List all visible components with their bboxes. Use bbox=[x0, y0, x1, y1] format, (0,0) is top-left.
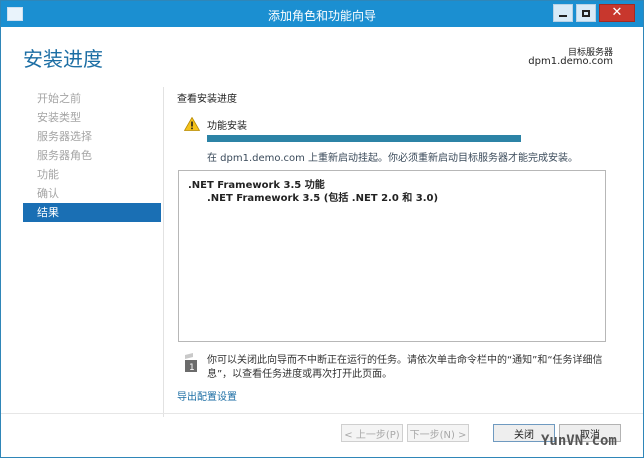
previous-button[interactable]: < 上一步(P) bbox=[341, 424, 403, 442]
footer-divider bbox=[1, 413, 643, 414]
destination-server-name: dpm1.demo.com bbox=[528, 56, 613, 67]
page-title: 安装进度 bbox=[23, 47, 103, 71]
nav-item-before-you-begin[interactable]: 开始之前 bbox=[23, 89, 161, 108]
next-button[interactable]: 下一步(N) > bbox=[407, 424, 469, 442]
nav-item-server-roles[interactable]: 服务器角色 bbox=[23, 146, 161, 165]
minimize-button[interactable] bbox=[553, 4, 573, 22]
export-configuration-link[interactable]: 导出配置设置 bbox=[177, 388, 237, 403]
nav-divider bbox=[163, 87, 164, 417]
maximize-button[interactable] bbox=[576, 4, 596, 22]
nav-item-results[interactable]: 结果 bbox=[23, 203, 161, 222]
window-title: 添加角色和功能向导 bbox=[267, 9, 376, 23]
maximize-icon bbox=[582, 9, 590, 17]
close-window-button[interactable]: ✕ bbox=[599, 4, 635, 22]
install-progress-fill bbox=[207, 135, 521, 142]
wizard-window: 添加角色和功能向导 ✕ 安装进度 目标服务器 dpm1.demo.com 开始之… bbox=[0, 0, 644, 458]
nav-item-features[interactable]: 功能 bbox=[23, 165, 161, 184]
nav-item-server-selection[interactable]: 服务器选择 bbox=[23, 127, 161, 146]
nav-item-confirmation[interactable]: 确认 bbox=[23, 184, 161, 203]
nav-item-installation-type[interactable]: 安装类型 bbox=[23, 108, 161, 127]
results-list[interactable]: .NET Framework 3.5 功能 .NET Framework 3.5… bbox=[178, 170, 606, 342]
close-icon: ✕ bbox=[611, 5, 623, 20]
install-progress-bar bbox=[207, 135, 521, 142]
section-heading: 查看安装进度 bbox=[177, 94, 237, 105]
warning-icon bbox=[184, 117, 200, 131]
restart-pending-message: 在 dpm1.demo.com 上重新启动挂起。你必须重新启动目标服务器才能完成… bbox=[207, 153, 579, 164]
watermark: YunVN.com bbox=[541, 433, 617, 449]
svg-text:1: 1 bbox=[189, 363, 195, 373]
close-wizard-note: 你可以关闭此向导而不中断正在运行的任务。请依次单击命令栏中的“通知”和“任务详细… bbox=[207, 355, 603, 380]
wizard-nav: 开始之前 安装类型 服务器选择 服务器角色 功能 确认 结果 bbox=[23, 89, 161, 222]
feature-install-label: 功能安装 bbox=[207, 121, 247, 132]
list-item: .NET Framework 3.5 (包括 .NET 2.0 和 3.0) bbox=[207, 193, 439, 204]
title-bar[interactable]: 添加角色和功能向导 ✕ bbox=[1, 1, 643, 27]
notification-flag-icon: 1 bbox=[185, 353, 197, 373]
minimize-icon bbox=[559, 15, 567, 17]
